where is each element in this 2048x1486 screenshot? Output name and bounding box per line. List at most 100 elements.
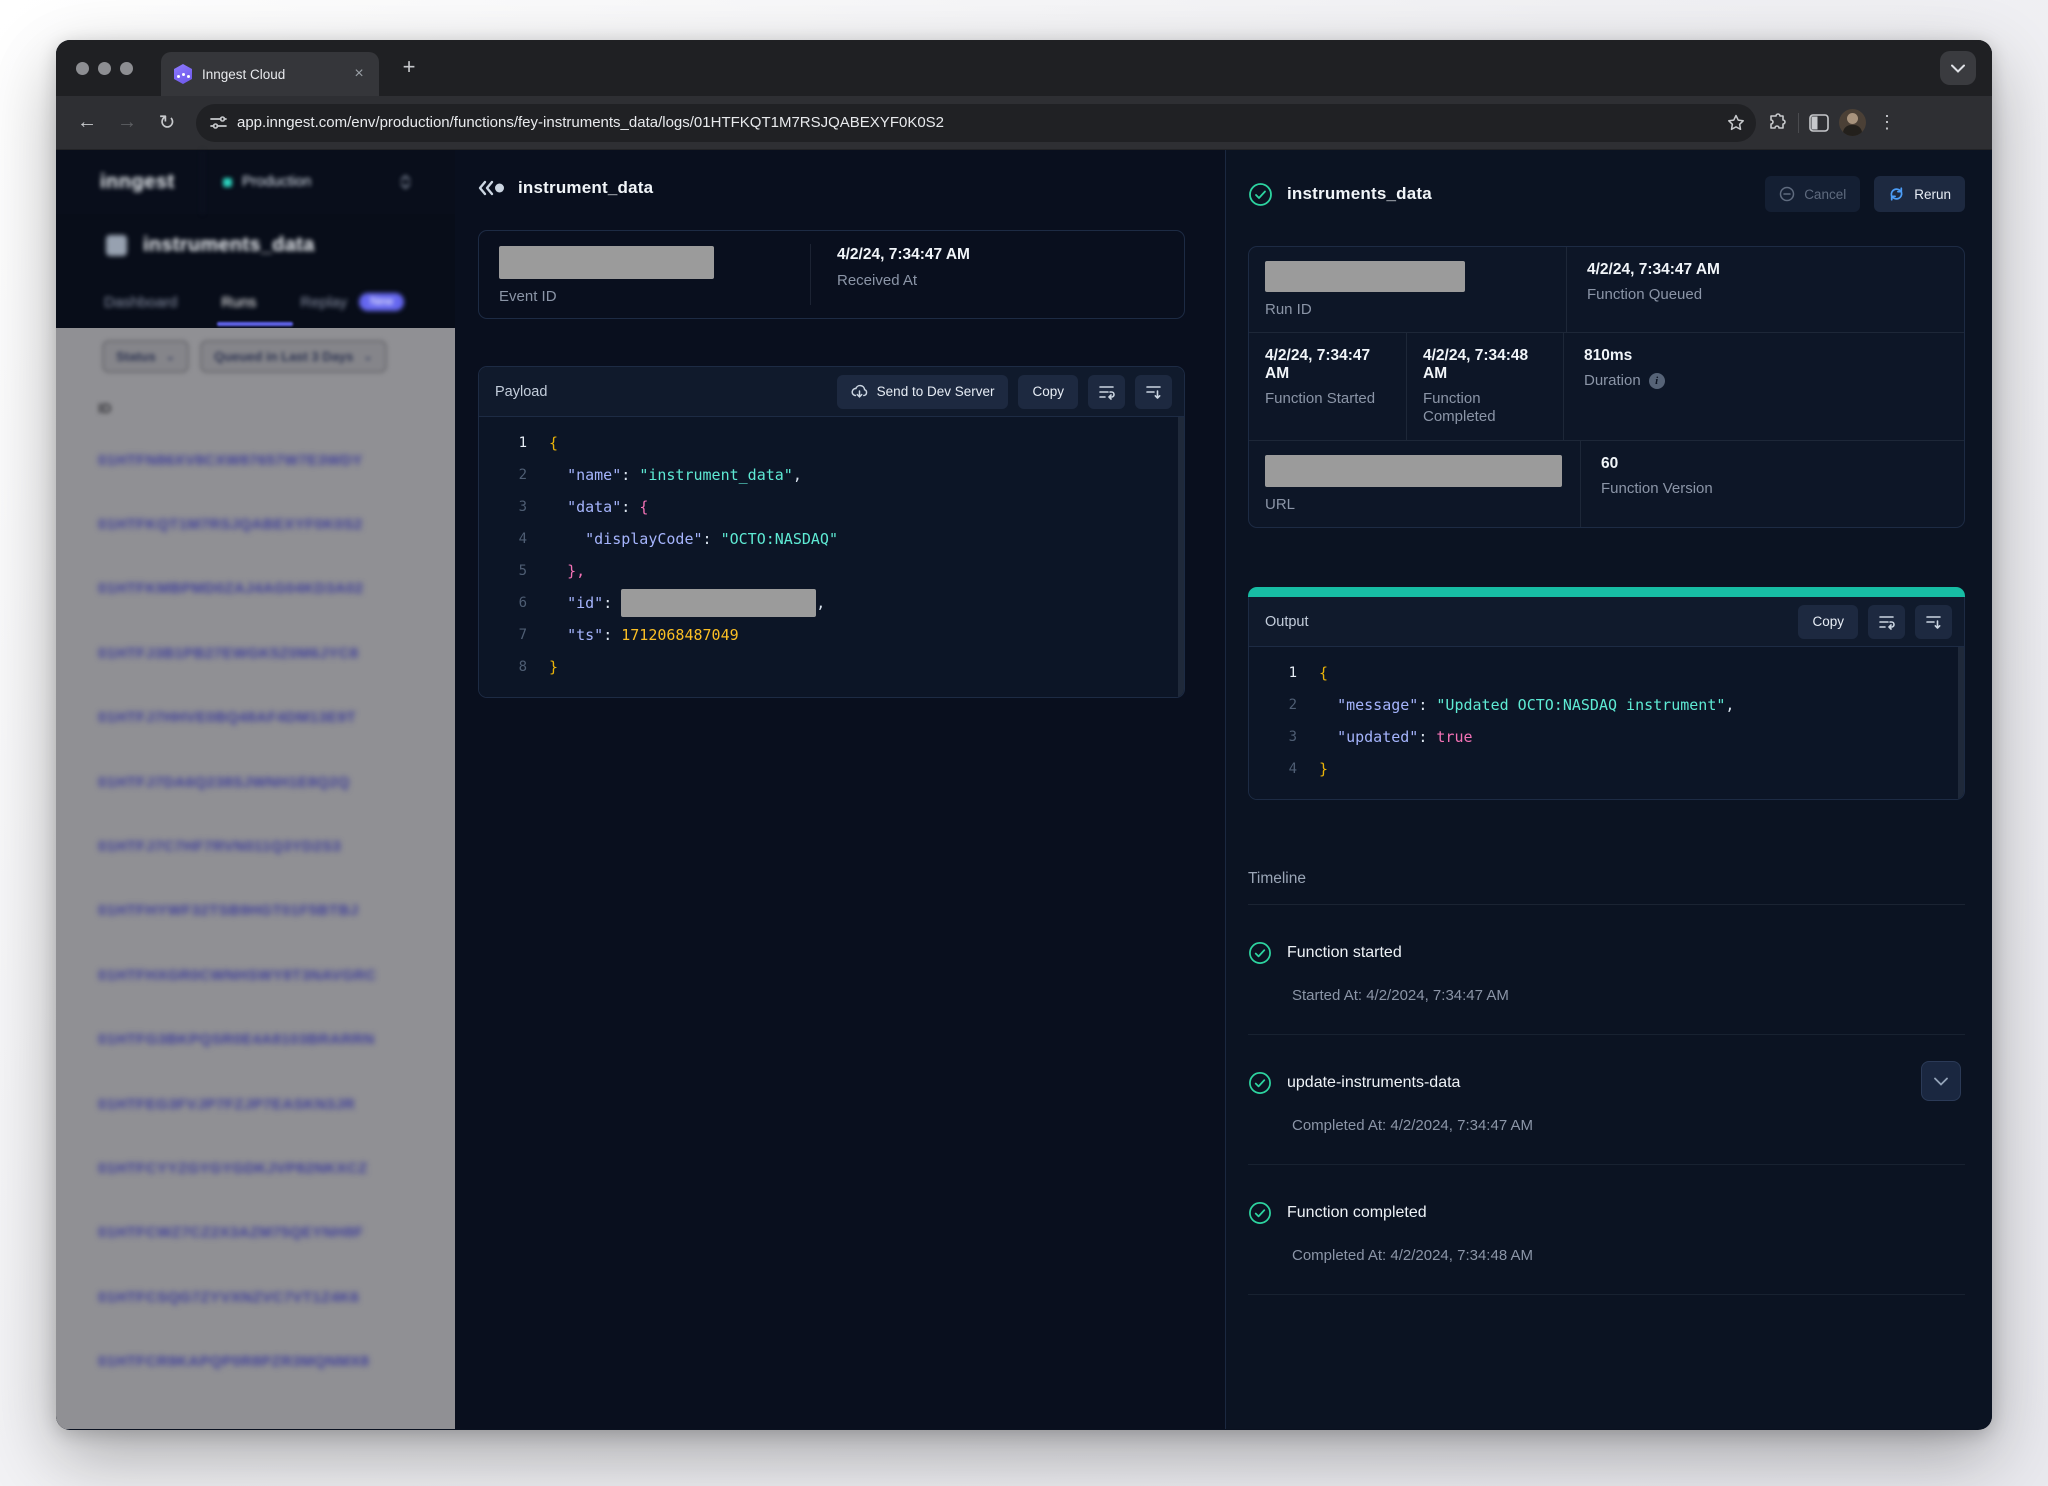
- event-header: instrument_data: [478, 178, 1185, 198]
- payload-copy-button[interactable]: Copy: [1018, 375, 1078, 409]
- run-id-link[interactable]: 01HTFCR9KAPQP0R8PZR3MQNMX8: [56, 1329, 455, 1393]
- code-line: 3 "data": {: [479, 491, 1184, 523]
- date-range-filter[interactable]: Queued in Last 3 Days ⌄: [200, 340, 387, 373]
- cancel-button[interactable]: Cancel: [1765, 176, 1860, 212]
- url-redacted: [1265, 455, 1562, 487]
- chevron-down-icon: [1951, 64, 1965, 73]
- duration-cell: 810ms Duration i: [1564, 333, 1964, 440]
- run-id-link[interactable]: 01HTFCSQG7ZYVXNZVC7VT1Z4K6: [56, 1265, 455, 1329]
- tab-dashboard[interactable]: Dashboard: [104, 294, 177, 311]
- browser-tab[interactable]: Inngest Cloud ×: [161, 52, 379, 96]
- timeline-section: Timeline Function started Started At: 4/…: [1248, 870, 1965, 1295]
- browser-menu-icon[interactable]: ⋮: [1876, 112, 1898, 133]
- run-id-link[interactable]: 01HTFJ7C7HF7RVN011Q3YD2S3: [56, 814, 455, 878]
- success-status-bar: [1248, 587, 1965, 597]
- wrap-text-icon: [1098, 384, 1115, 400]
- forward-button[interactable]: →: [110, 106, 144, 140]
- event-panel: instrument_data Event ID 4/2/24, 7:34:47…: [455, 150, 1225, 1429]
- scroll-to-bottom-icon: [1925, 614, 1942, 630]
- details-row-3: URL 60 Function Version: [1249, 441, 1964, 527]
- tab-replay[interactable]: Replay New: [300, 293, 404, 311]
- run-id-link[interactable]: 01HTFJ7HHVE0BQ48AF4DM13E9T: [56, 686, 455, 750]
- run-id-link[interactable]: 01HTFG3BKPQSR0E4A8103BRARRN: [56, 1008, 455, 1072]
- minimize-window-button[interactable]: [98, 62, 111, 75]
- code-line: 8}: [479, 651, 1184, 683]
- run-id-link[interactable]: 01HTFCYYZGYGYGDKJVP82NKXCZ: [56, 1136, 455, 1200]
- info-icon[interactable]: i: [1649, 373, 1665, 389]
- code-scrollbar[interactable]: [1178, 417, 1184, 697]
- runs-filters: Status ⌄ Queued in Last 3 Days ⌄: [56, 328, 455, 373]
- run-id-link[interactable]: 01HTFEG3FVJP7FZJP7EASKN3JR: [56, 1072, 455, 1136]
- run-id-link[interactable]: 01HTFKMBPMD0ZAJ4AG04KD3A02: [56, 557, 455, 621]
- expand-step-button[interactable]: [1921, 1061, 1961, 1101]
- profile-avatar[interactable]: [1839, 109, 1866, 136]
- tab-close-icon[interactable]: ×: [349, 64, 369, 84]
- run-id-link[interactable]: 01HTFJ3B1PB27EWGK5Z0M6JYC8: [56, 621, 455, 685]
- window-controls[interactable]: [76, 62, 133, 75]
- output-copy-button[interactable]: Copy: [1798, 605, 1858, 639]
- function-queued-value: 4/2/24, 7:34:47 AM: [1587, 261, 1946, 279]
- run-id-link[interactable]: 01HTFHXGR0CWNHSWY8T3NAVGRC: [56, 943, 455, 1007]
- output-wrap-lines-button[interactable]: [1868, 605, 1905, 639]
- close-window-button[interactable]: [76, 62, 89, 75]
- tab-runs[interactable]: Runs: [221, 294, 256, 311]
- runs-list-panel: Status ⌄ Queued in Last 3 Days ⌄ ID 01HT…: [56, 328, 455, 1429]
- function-queued-cell: 4/2/24, 7:34:47 AM Function Queued: [1567, 247, 1964, 332]
- toolbar-divider: [1798, 113, 1799, 133]
- payload-header: Payload Send to Dev Server Copy: [479, 367, 1184, 417]
- code-scrollbar[interactable]: [1958, 647, 1964, 799]
- url-label: URL: [1265, 496, 1562, 513]
- code-line: 7 "ts": 1712068487049: [479, 619, 1184, 651]
- chevron-down-icon: [1934, 1077, 1948, 1086]
- event-icon: [478, 180, 505, 196]
- output-scroll-bottom-button[interactable]: [1915, 605, 1952, 639]
- run-id-list: 01HTFN86XV8CXW87657W7E3WDY01HTFKQT1M7RSJ…: [56, 428, 455, 1394]
- run-id-link[interactable]: 01HTFJ7DA6Q238SJWNH1E8Q2Q: [56, 750, 455, 814]
- payload-scroll-bottom-button[interactable]: [1135, 375, 1172, 409]
- new-tab-button[interactable]: +: [395, 54, 423, 82]
- event-id-cell: Event ID: [479, 244, 811, 305]
- id-column-header: ID: [98, 401, 128, 416]
- timeline-item-timestamp: Started At: 4/2/2024, 7:34:47 AM: [1292, 987, 1965, 1004]
- run-id-link[interactable]: 01HTFCWZ7CZ2X3AZM75QEYNH8F: [56, 1201, 455, 1265]
- step-check-icon: [1248, 1071, 1272, 1095]
- maximize-window-button[interactable]: [120, 62, 133, 75]
- active-tab-underline: [217, 322, 293, 326]
- url-bar[interactable]: app.inngest.com/env/production/functions…: [196, 104, 1756, 142]
- chevron-down-icon: ⌄: [363, 350, 372, 363]
- bookmark-star-icon[interactable]: [1726, 113, 1746, 133]
- url-text[interactable]: app.inngest.com/env/production/functions…: [237, 114, 1716, 131]
- timeline-title: Timeline: [1248, 870, 1965, 905]
- payload-wrap-lines-button[interactable]: [1088, 375, 1125, 409]
- redacted-value: [621, 589, 816, 617]
- environment-selector[interactable]: Production: [203, 174, 455, 190]
- code-line: 4 "displayCode": "OCTO:NASDAQ": [479, 523, 1184, 555]
- back-button[interactable]: ←: [70, 106, 104, 140]
- function-name: instruments_data: [143, 234, 315, 257]
- send-to-dev-server-button[interactable]: Send to Dev Server: [837, 375, 1009, 409]
- output-code: 1{2 "message": "Updated OCTO:NASDAQ inst…: [1249, 647, 1964, 799]
- event-details-card: Event ID 4/2/24, 7:34:47 AM Received At: [478, 230, 1185, 319]
- tab-list-chevron-button[interactable]: [1940, 51, 1976, 85]
- received-at-value: 4/2/24, 7:34:47 AM: [837, 246, 1184, 264]
- rerun-label: Rerun: [1914, 187, 1951, 202]
- cancel-minus-circle-icon: [1779, 186, 1795, 202]
- inngest-logo[interactable]: inngest: [56, 150, 203, 214]
- event-id-redacted: [499, 246, 714, 279]
- site-settings-icon[interactable]: [210, 115, 227, 130]
- new-badge: New: [359, 293, 404, 311]
- status-filter-label: Status: [116, 349, 156, 364]
- run-id-link[interactable]: 01HTFHYWF32TSB9HGT01F5BTBJ: [56, 879, 455, 943]
- code-line: 2 "message": "Updated OCTO:NASDAQ instru…: [1249, 689, 1964, 721]
- rerun-button[interactable]: Rerun: [1874, 176, 1965, 212]
- reload-button[interactable]: ↻: [150, 106, 184, 140]
- run-id-redacted: [1265, 261, 1465, 292]
- payload-code: 1{2 "name": "instrument_data",3 "data": …: [479, 417, 1184, 697]
- side-panel-icon[interactable]: [1809, 114, 1829, 132]
- run-id-link[interactable]: 01HTFN86XV8CXW87657W7E3WDY: [56, 428, 455, 492]
- output-card: Output Copy: [1248, 587, 1965, 800]
- status-filter[interactable]: Status ⌄: [102, 340, 189, 373]
- timeline-item-function-completed: Function completed Completed At: 4/2/202…: [1248, 1165, 1965, 1295]
- run-id-link[interactable]: 01HTFKQT1M7RSJQABEXYF0K0S2: [56, 492, 455, 556]
- extensions-icon[interactable]: [1768, 113, 1788, 133]
